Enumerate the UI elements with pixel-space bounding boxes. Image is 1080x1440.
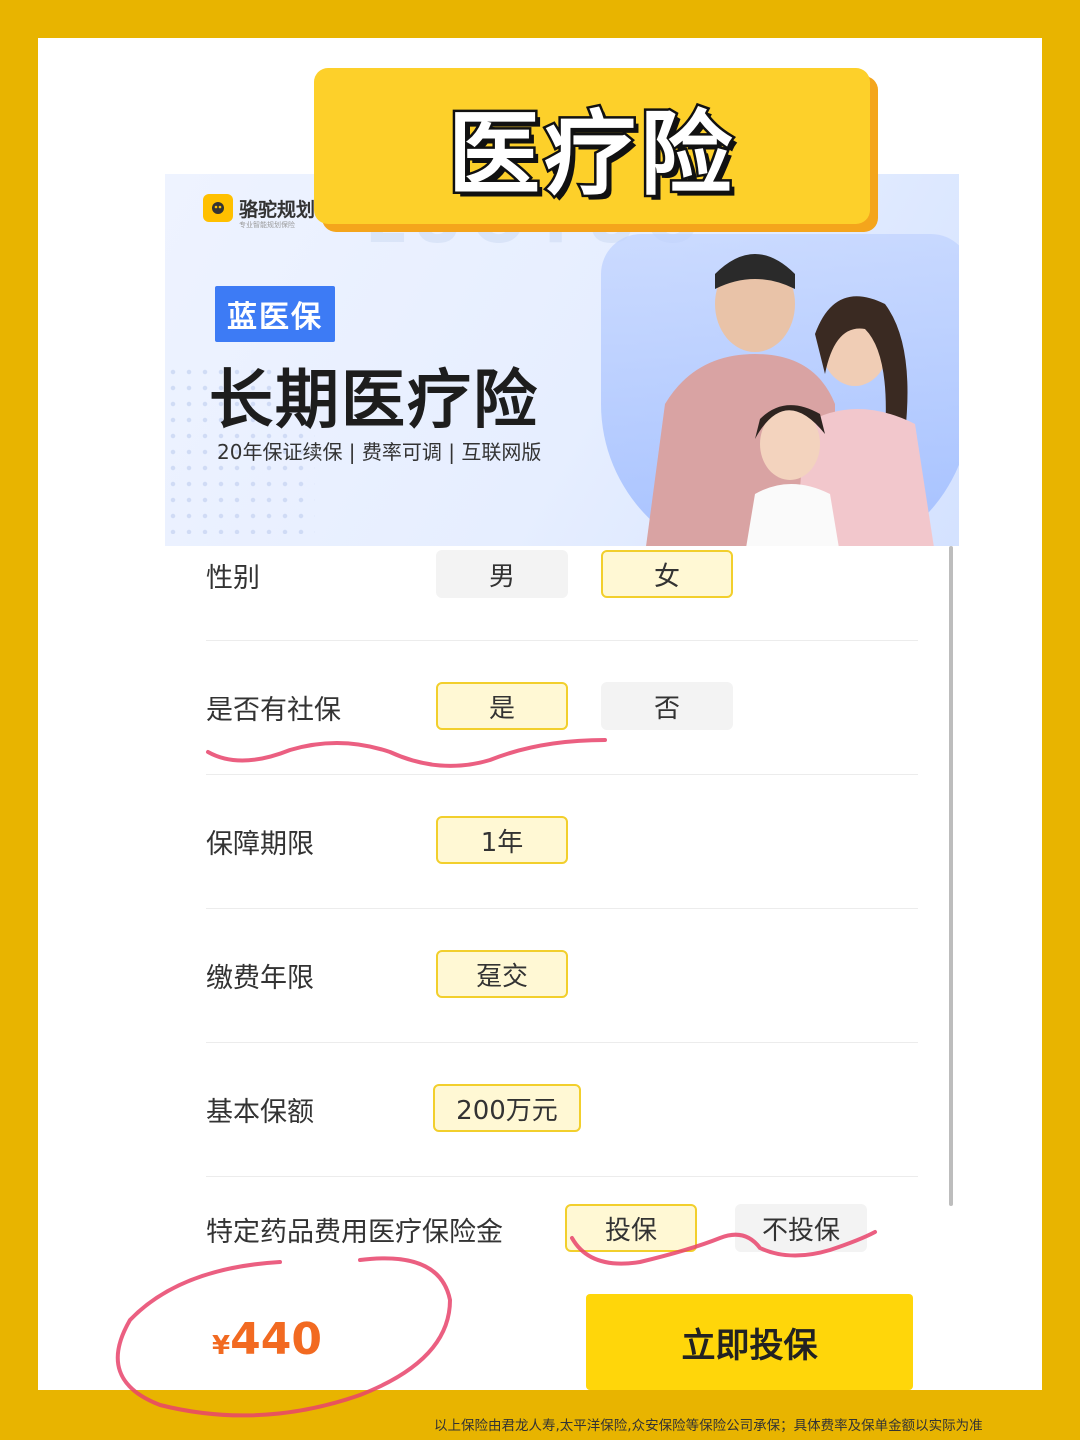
family-photo bbox=[646, 254, 934, 546]
page-title: 医疗险 bbox=[445, 98, 736, 210]
option-no[interactable]: 否 bbox=[601, 682, 733, 730]
row-label: 保障期限 bbox=[206, 829, 314, 860]
product-banner: LUOTUO 骆驼规划 专业智能规划保险 蓝医保 长期医疗险 20年保证续保 |… bbox=[165, 174, 959, 546]
currency-symbol: ¥ bbox=[212, 1331, 231, 1361]
option-2m-yuan[interactable]: 200万元 bbox=[433, 1084, 581, 1132]
brand-name: 骆驼规划 bbox=[239, 198, 316, 221]
row-payment-period: 缴费年限 趸交 bbox=[206, 908, 918, 1043]
banner-title: 长期医疗险 bbox=[209, 364, 539, 438]
row-gender: 性别 男 女 bbox=[206, 546, 918, 641]
brand-tagline: 专业智能规划保险 bbox=[239, 221, 295, 229]
option-single-payment[interactable]: 趸交 bbox=[436, 950, 568, 998]
option-yes[interactable]: 是 bbox=[436, 682, 568, 730]
row-sum-insured: 基本保额 200万元 bbox=[206, 1042, 918, 1177]
banner-subtitle: 20年保证续保 | 费率可调 | 互联网版 bbox=[217, 440, 542, 464]
scrollbar[interactable] bbox=[949, 546, 953, 1206]
option-not-insure[interactable]: 不投保 bbox=[735, 1204, 867, 1252]
option-insure[interactable]: 投保 bbox=[565, 1204, 697, 1252]
option-1-year[interactable]: 1年 bbox=[436, 816, 568, 864]
page-title-tag: 医疗险 bbox=[314, 68, 870, 224]
row-label: 基本保额 bbox=[206, 1097, 314, 1128]
option-female[interactable]: 女 bbox=[601, 550, 733, 598]
row-coverage-period: 保障期限 1年 bbox=[206, 774, 918, 909]
product-badge: 蓝医保 bbox=[215, 286, 335, 342]
row-label: 性别 bbox=[206, 563, 260, 594]
disclaimer-note: 以上保险由君龙人寿,太平洋保险,众安保险等保险公司承保；具体费率及保单金额以实际… bbox=[434, 1418, 983, 1434]
row-social-insurance: 是否有社保 是 否 bbox=[206, 640, 918, 775]
buy-now-button[interactable]: 立即投保 bbox=[586, 1294, 913, 1390]
camel-logo-icon bbox=[203, 194, 233, 222]
price-display: ¥440 bbox=[212, 1314, 322, 1365]
row-label: 缴费年限 bbox=[206, 963, 314, 994]
row-label: 特定药品费用医疗保险金 bbox=[206, 1217, 503, 1248]
price-amount: 440 bbox=[230, 1314, 322, 1365]
option-male[interactable]: 男 bbox=[436, 550, 568, 598]
row-label: 是否有社保 bbox=[206, 695, 341, 726]
row-specific-drug: 特定药品费用医疗保险金 投保 不投保 bbox=[206, 1176, 918, 1276]
brand-logo: 骆驼规划 专业智能规划保险 bbox=[203, 194, 316, 229]
